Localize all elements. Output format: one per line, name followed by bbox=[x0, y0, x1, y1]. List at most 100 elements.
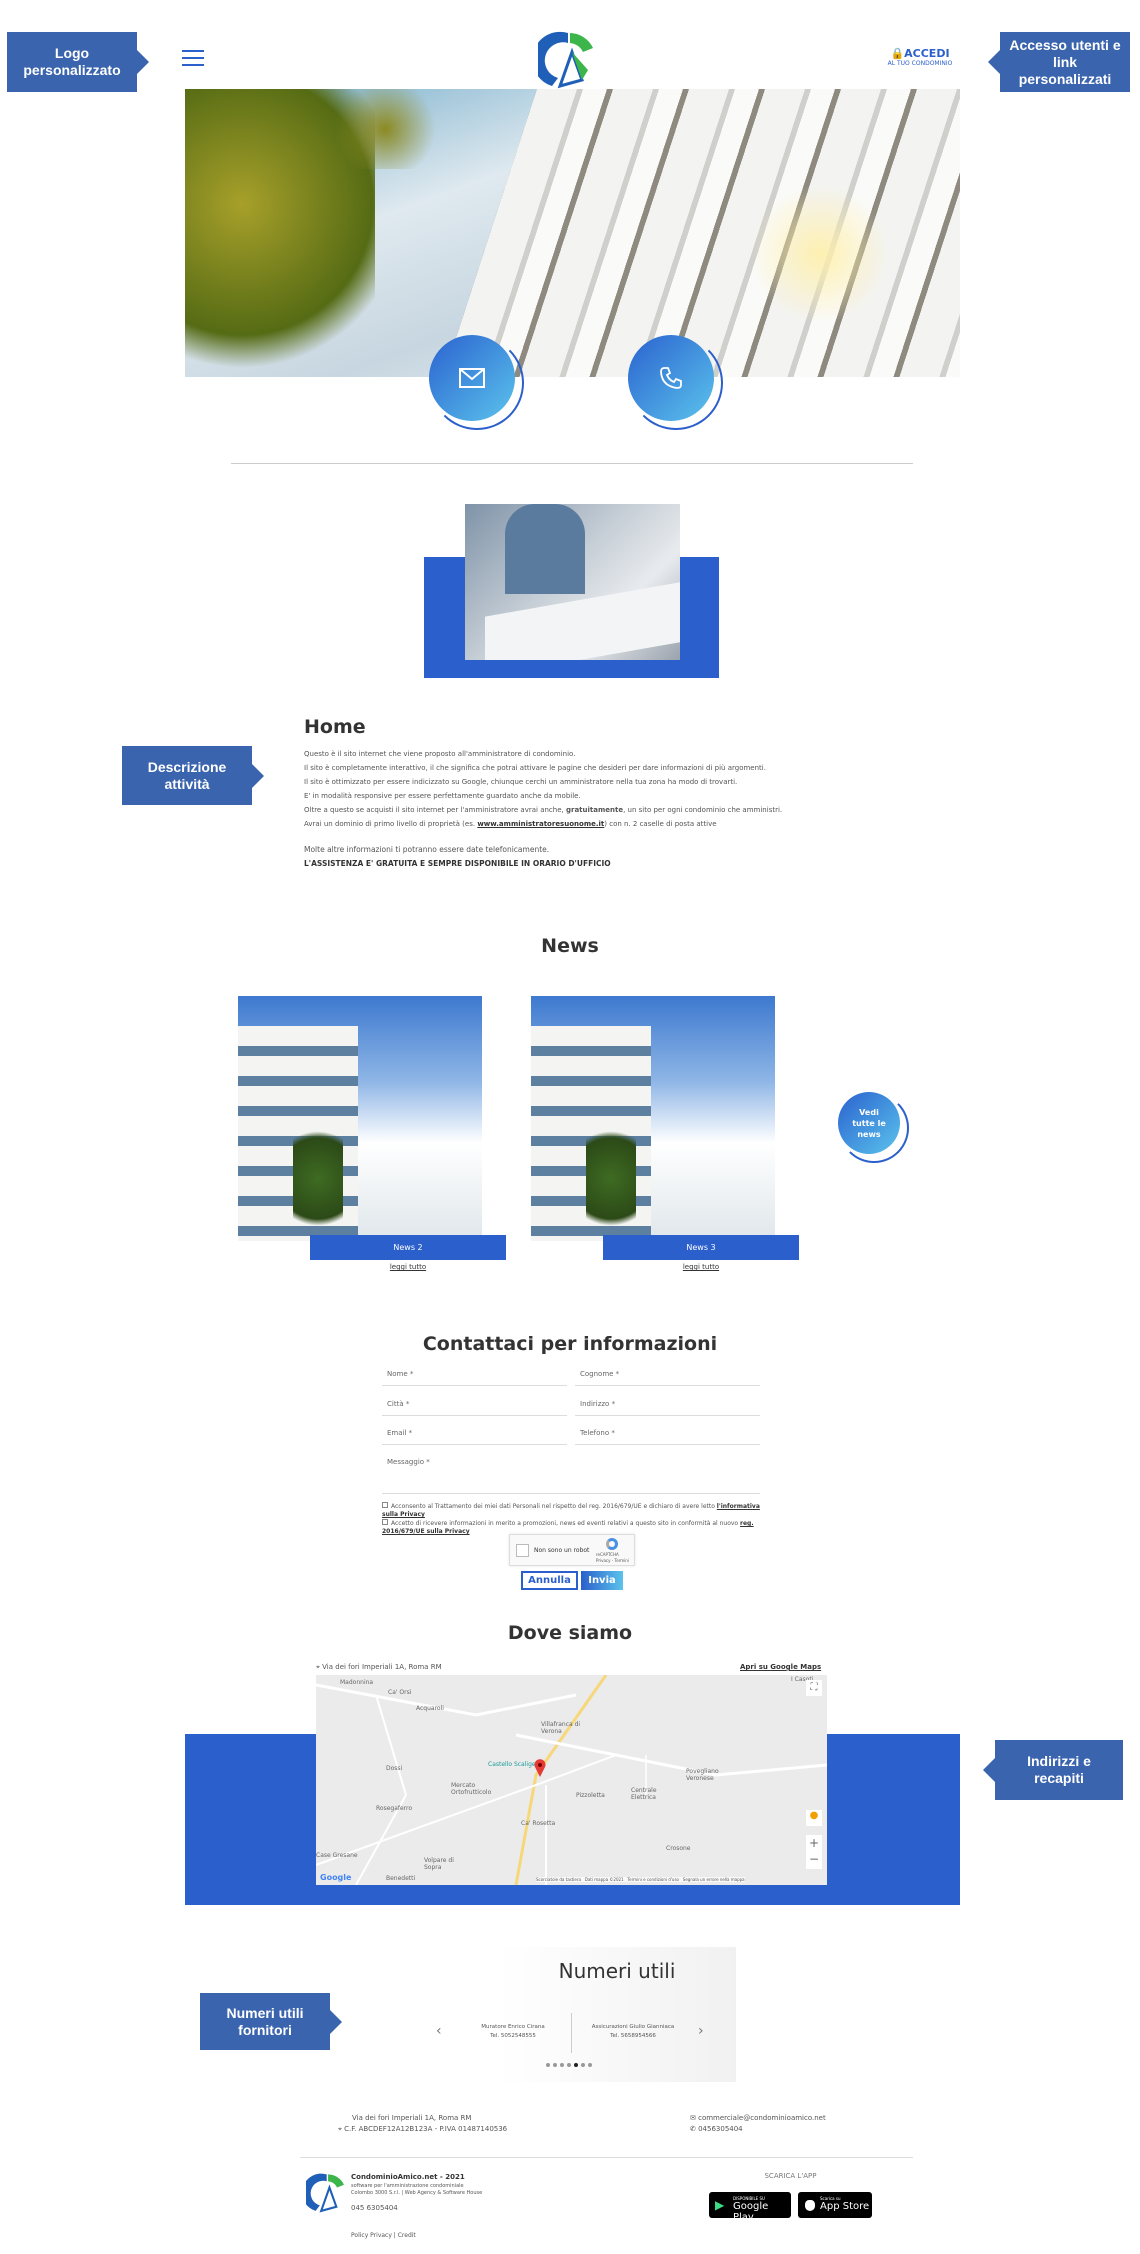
address-field[interactable]: Indirizzo * bbox=[575, 1400, 760, 1416]
domain-link[interactable]: www.amministratoresuonome.it bbox=[477, 820, 604, 828]
carousel-dot[interactable] bbox=[574, 2063, 578, 2067]
annotation-logo: Logo personalizzato bbox=[7, 32, 149, 92]
map-place: Case Gresane bbox=[316, 1852, 358, 1859]
login-link[interactable]: 🔒ACCEDI AL TUO CONDOMINIO bbox=[880, 47, 960, 67]
map-marker-icon bbox=[534, 1759, 546, 1777]
fullscreen-button[interactable]: ⛶ bbox=[806, 1680, 822, 1696]
map-place: Madonnina bbox=[340, 1679, 374, 1686]
map-place: Rosegaferro bbox=[376, 1805, 413, 1812]
footer-logo bbox=[306, 2173, 344, 2213]
open-google-maps-link[interactable]: Apri su Google Maps bbox=[740, 1663, 821, 1671]
read-more-link[interactable]: leggi tutto bbox=[651, 1263, 751, 1271]
zoom-out-button[interactable]: − bbox=[806, 1851, 822, 1867]
send-button[interactable]: Invia bbox=[581, 1571, 623, 1590]
footer-brand: CondominioAmico.net - 2021 software per … bbox=[351, 2173, 483, 2212]
business-photo bbox=[465, 504, 680, 660]
separator bbox=[571, 2013, 572, 2053]
phone-icon bbox=[660, 367, 682, 389]
consent-area: Acconsento al Trattamento dei miei dati … bbox=[382, 1502, 760, 1535]
map[interactable]: Madonnina Ca' Orsi Acquaroli Villafranca… bbox=[316, 1675, 827, 1885]
footer-divider bbox=[300, 2157, 913, 2158]
text-line: Questo è il sito internet che viene prop… bbox=[304, 750, 576, 758]
carousel-dots bbox=[546, 2063, 596, 2067]
news-label[interactable]: News 2 bbox=[310, 1235, 506, 1260]
map-roads bbox=[316, 1675, 827, 1885]
read-more-link[interactable]: leggi tutto bbox=[358, 1263, 458, 1271]
email-button[interactable] bbox=[429, 335, 515, 421]
map-place: Povegliano Veronese bbox=[686, 1768, 719, 1782]
map-place: Dossi bbox=[386, 1765, 403, 1772]
email-field[interactable]: Email * bbox=[382, 1429, 567, 1445]
hamburger-menu-button[interactable] bbox=[182, 50, 204, 66]
phone-number: 0456305404 bbox=[698, 2125, 743, 2133]
number-item: Muratore Enrico Cirana Tel. 5052548555 bbox=[481, 2024, 545, 2039]
zoom-controls[interactable]: + − bbox=[806, 1835, 822, 1869]
annotation-numbers: Numeri utili fornitori bbox=[200, 1993, 342, 2050]
captcha-brand: reCAPTCHA bbox=[596, 1552, 619, 1557]
carousel-dot[interactable] bbox=[553, 2063, 557, 2067]
map-place: Pizzoletta bbox=[576, 1792, 605, 1799]
home-description: Questo è il sito internet che viene prop… bbox=[304, 747, 864, 871]
recaptcha: Non sono un robot reCAPTCHA Privacy - Te… bbox=[509, 1534, 635, 1566]
login-sublabel: AL TUO CONDOMINIO bbox=[887, 60, 953, 67]
number-item: Assicurazioni Giulio Gianniaca Tel. 56589… bbox=[591, 2024, 675, 2039]
captcha-checkbox[interactable] bbox=[516, 1544, 529, 1557]
app-store-badge[interactable]: Scarica su App Store bbox=[798, 2192, 872, 2218]
login-label: ACCEDI bbox=[904, 47, 950, 60]
all-news-button[interactable]: Vedi tutte le news bbox=[838, 1092, 900, 1154]
captcha-links: Privacy - Termini bbox=[596, 1558, 629, 1563]
privacy-checkbox[interactable] bbox=[382, 1502, 388, 1508]
news-label[interactable]: News 3 bbox=[603, 1235, 799, 1260]
useful-numbers-title: Numeri utili bbox=[558, 1959, 676, 1983]
map-address: ⌖ Via dei fori Imperiali 1A, Roma RM bbox=[316, 1663, 442, 1671]
envelope-icon bbox=[459, 368, 485, 388]
phone-icon: ✆ bbox=[690, 2125, 699, 2133]
text-line: Avrai un dominio di primo livello di pro… bbox=[304, 820, 717, 828]
annotation-access: Accesso utenti e link personalizzati bbox=[988, 32, 1130, 92]
text-line: E' in modalità responsive per essere per… bbox=[304, 792, 581, 800]
carousel-dot[interactable] bbox=[546, 2063, 550, 2067]
map-place: Ca' Rosetta bbox=[521, 1820, 556, 1827]
carousel-dot[interactable] bbox=[588, 2063, 592, 2067]
map-attribution: Scorciatoie da tastiera Dati mappa ©2021… bbox=[536, 1877, 745, 1882]
name-field[interactable]: Nome * bbox=[382, 1370, 567, 1386]
apple-icon bbox=[805, 2200, 815, 2211]
recaptcha-icon bbox=[606, 1538, 618, 1550]
map-place: Mercato Ortofrutticolo bbox=[451, 1782, 492, 1796]
map-place: Benedetti bbox=[386, 1875, 416, 1882]
phone-button[interactable] bbox=[628, 335, 714, 421]
mail-icon: ✉ bbox=[690, 2114, 699, 2122]
text-line: Il sito è completamente interattivo, il … bbox=[304, 764, 766, 772]
email-link[interactable]: commerciale@condominioamico.net bbox=[698, 2114, 826, 2122]
google-play-badge[interactable]: ▶ DISPONIBILE SU Google Play bbox=[709, 2192, 791, 2223]
prev-arrow-button[interactable]: ‹ bbox=[436, 2023, 442, 2039]
news-image[interactable] bbox=[531, 996, 775, 1241]
text-line: Molte altre informazioni ti potranno ess… bbox=[304, 845, 550, 854]
annotation-addresses: Indirizzi e recapiti bbox=[983, 1740, 1123, 1800]
map-place: Centrale Elettrica bbox=[631, 1787, 657, 1801]
carousel-dot[interactable] bbox=[581, 2063, 585, 2067]
marketing-checkbox[interactable] bbox=[382, 1519, 388, 1525]
cancel-button[interactable]: Annulla bbox=[521, 1571, 578, 1590]
message-field[interactable]: Messaggio * bbox=[382, 1458, 760, 1494]
surname-field[interactable]: Cognome * bbox=[575, 1370, 760, 1386]
logo[interactable] bbox=[538, 30, 596, 90]
news-image[interactable] bbox=[238, 996, 482, 1241]
divider bbox=[231, 463, 913, 464]
useful-numbers-panel: Numeri utili ‹ › Muratore Enrico Cirana T… bbox=[436, 1947, 736, 2082]
text-line: Oltre a questo se acquisti il sito inter… bbox=[304, 806, 783, 814]
next-arrow-button[interactable]: › bbox=[698, 2023, 704, 2039]
lock-icon: 🔒 bbox=[890, 47, 905, 60]
footer-links[interactable]: Policy Privacy | Credit bbox=[351, 2232, 416, 2239]
city-field[interactable]: Città * bbox=[382, 1400, 567, 1416]
news-title: News bbox=[541, 935, 599, 957]
map-title: Dove siamo bbox=[507, 1622, 633, 1644]
google-logo: Google bbox=[320, 1873, 352, 1882]
carousel-dot[interactable] bbox=[560, 2063, 564, 2067]
contact-title: Contattaci per informazioni bbox=[422, 1333, 718, 1355]
map-place: Acquaroli bbox=[416, 1705, 444, 1712]
zoom-in-button[interactable]: + bbox=[806, 1835, 822, 1851]
street-view-button[interactable]: ● bbox=[806, 1810, 822, 1826]
phone-field[interactable]: Telefono * bbox=[575, 1429, 760, 1445]
carousel-dot[interactable] bbox=[567, 2063, 571, 2067]
